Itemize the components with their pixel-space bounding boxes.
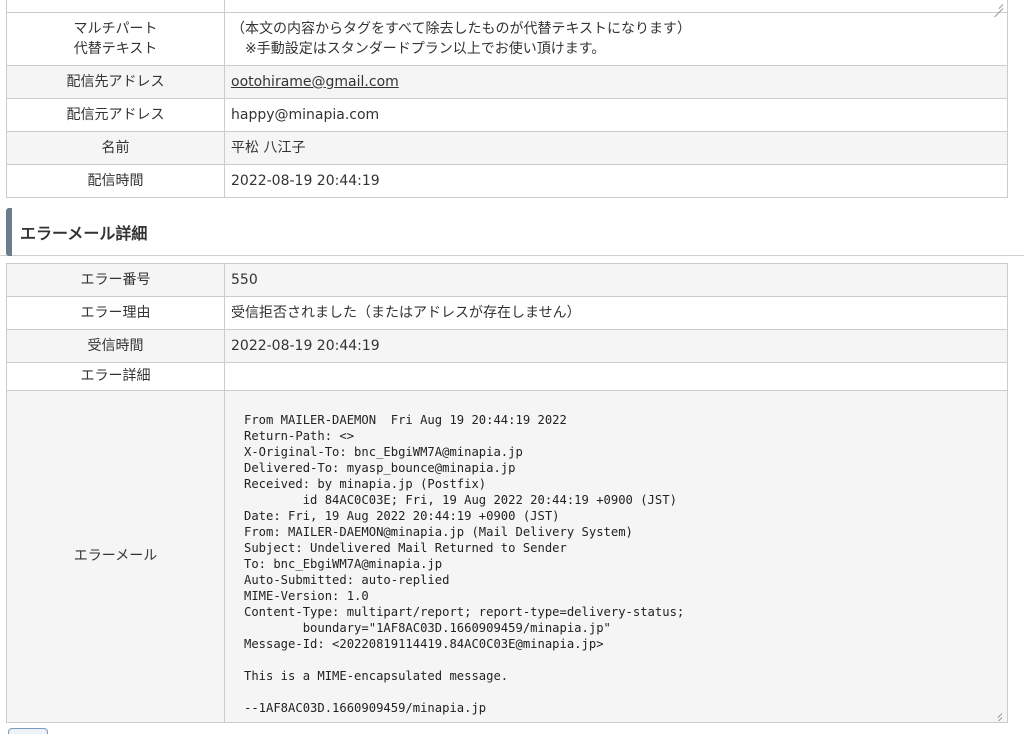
multipart-note-line1: （本文の内容からタグをすべて除去したものが代替テキストになります）	[231, 20, 692, 37]
resize-handle-icon[interactable]	[992, 708, 1002, 718]
top-cut-label-cell	[6, 0, 225, 13]
error-mail-textarea[interactable]: From MAILER-DAEMON Fri Aug 19 20:44:19 2…	[226, 392, 1006, 721]
received-time-label: 受信時間	[6, 329, 225, 363]
to-address-link[interactable]: ootohirame@gmail.com	[231, 74, 399, 90]
send-time-label: 配信時間	[6, 164, 225, 198]
bottom-button[interactable]	[8, 728, 48, 734]
name-label: 名前	[6, 131, 225, 165]
send-time-value: 2022-08-19 20:44:19	[224, 164, 1008, 198]
multipart-note-line2: ※手動設定はスタンダードプラン以上でお使い頂けます。	[245, 41, 606, 57]
error-detail-value	[224, 362, 1008, 391]
multipart-value: （本文の内容からタグをすべて除去したものが代替テキストになります） ※手動設定は…	[224, 12, 1008, 66]
from-address-label: 配信元アドレス	[6, 98, 225, 132]
section-header: エラーメール詳細	[0, 208, 1024, 256]
received-time-value: 2022-08-19 20:44:19	[224, 329, 1008, 363]
error-code-value: 550	[224, 263, 1008, 297]
error-code-label: エラー番号	[6, 263, 225, 297]
error-reason-label: エラー理由	[6, 296, 225, 330]
section-header-accent-bar	[6, 208, 12, 256]
from-address-value: happy@minapia.com	[224, 98, 1008, 132]
top-cut-textarea-cell[interactable]	[224, 0, 1008, 13]
error-mail-label: エラーメール	[6, 390, 225, 723]
error-detail-label: エラー詳細	[6, 362, 225, 391]
resize-handle-icon[interactable]	[993, 0, 1003, 9]
error-mail-body: From MAILER-DAEMON Fri Aug 19 20:44:19 2…	[244, 413, 685, 715]
multipart-label: マルチパート 代替テキスト	[6, 12, 225, 66]
to-address-label: 配信先アドレス	[6, 65, 225, 99]
name-value: 平松 八江子	[224, 131, 1008, 165]
error-reason-value: 受信拒否されました（またはアドレスが存在しません）	[224, 296, 1008, 330]
error-info-table: エラー番号 550 エラー理由 受信拒否されました（またはアドレスが存在しません…	[6, 263, 1008, 723]
mail-info-table: マルチパート 代替テキスト （本文の内容からタグをすべて除去したものが代替テキス…	[6, 0, 1008, 198]
error-mail-cell: From MAILER-DAEMON Fri Aug 19 20:44:19 2…	[224, 390, 1008, 723]
section-title: エラーメール詳細	[20, 224, 148, 243]
to-address-value: ootohirame@gmail.com	[224, 65, 1008, 99]
